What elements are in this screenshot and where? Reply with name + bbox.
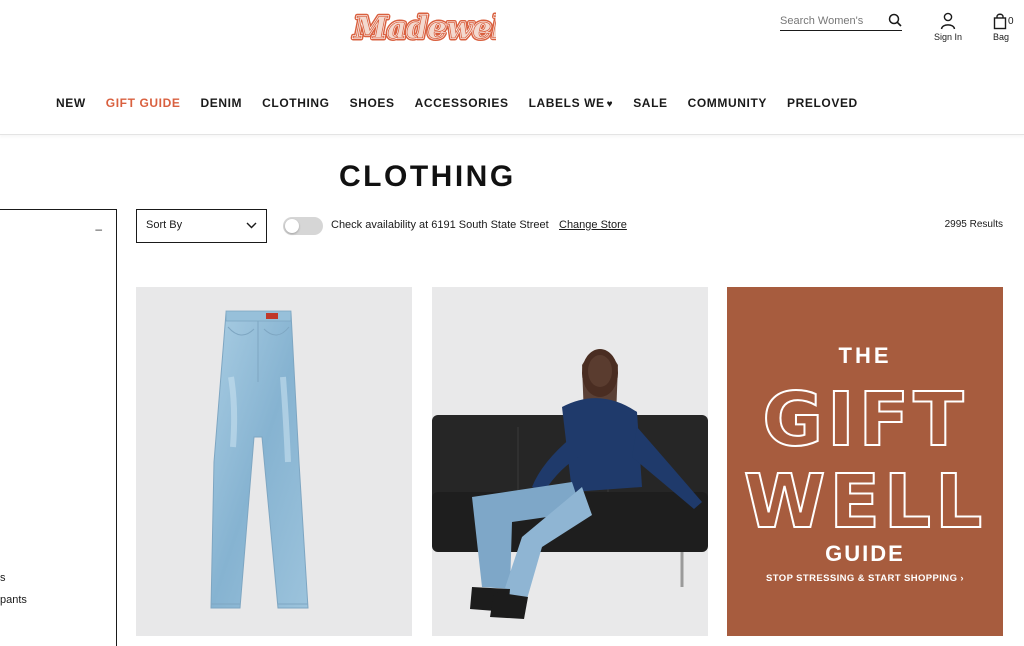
sign-in-label: Sign In (933, 32, 963, 42)
search-input[interactable] (780, 13, 880, 29)
bag-icon (993, 13, 1007, 30)
filter-sidebar: – s pants (0, 209, 117, 646)
nav-item-community[interactable]: COMMUNITY (688, 96, 767, 110)
bag-button[interactable]: 0 Bag (986, 12, 1016, 42)
gift-guide-promo-tile[interactable]: THE GIFT GIFT WELL WELL GUIDE STOP STRES… (727, 287, 1003, 636)
nav-item-accessories[interactable]: ACCESSORIES (415, 96, 509, 110)
search-box[interactable] (780, 11, 902, 31)
nav-item-clothing[interactable]: CLOTHING (262, 96, 329, 110)
jeans-image (210, 310, 309, 609)
promo-cta-link[interactable]: STOP STRESSING & START SHOPPING › (727, 573, 1003, 584)
filter-option[interactable]: s (0, 572, 6, 584)
promo-well-inline: WELL (744, 459, 986, 545)
promo-guide: GUIDE (825, 541, 905, 566)
page-title: CLOTHING (339, 160, 516, 193)
nav-item-labels-we-love[interactable]: LABELS WE ♥ (529, 96, 614, 110)
bag-count: 0 (1008, 16, 1014, 27)
site-header: Madewell Madewell Madewell Sign In 0 Bag… (0, 0, 1024, 135)
model-image (432, 287, 708, 636)
store-availability-toggle[interactable] (283, 217, 323, 235)
availability-text: Check availability at 6191 South State S… (331, 219, 549, 231)
product-tile-model[interactable] (432, 287, 708, 636)
sign-in-button[interactable]: Sign In (930, 12, 966, 42)
nav-item-shoes[interactable]: SHOES (350, 96, 395, 110)
filter-option[interactable]: pants (0, 594, 27, 606)
chevron-down-icon (246, 222, 257, 229)
nav-item-gift-guide[interactable]: GIFT GUIDE (106, 96, 181, 110)
nav-item-denim[interactable]: DENIM (200, 96, 242, 110)
change-store-link[interactable]: Change Store (559, 219, 627, 231)
nav-item-sale[interactable]: SALE (633, 96, 667, 110)
collapse-filter-button[interactable]: – (95, 222, 102, 236)
nav-item-labels-label: LABELS WE (528, 96, 605, 110)
bag-label: Bag (992, 32, 1009, 42)
main-nav: NEW GIFT GUIDE DENIM CLOTHING SHOES ACCE… (56, 96, 878, 110)
nav-item-preloved[interactable]: PRELOVED (787, 96, 858, 110)
svg-text:Madewell: Madewell (353, 11, 496, 46)
nav-item-new[interactable]: NEW (56, 96, 86, 110)
toggle-knob (285, 219, 299, 233)
promo-gift-inline: GIFT (762, 377, 967, 463)
madewell-logo[interactable]: Madewell Madewell Madewell (350, 6, 497, 49)
sort-by-dropdown[interactable]: Sort By (136, 209, 267, 243)
search-icon[interactable] (888, 13, 902, 27)
user-icon (940, 12, 956, 30)
results-count: 2995 Results (944, 219, 1003, 230)
heart-icon: ♥ (606, 99, 614, 110)
product-tile-jeans[interactable] (136, 287, 412, 636)
sort-by-label: Sort By (146, 219, 183, 231)
